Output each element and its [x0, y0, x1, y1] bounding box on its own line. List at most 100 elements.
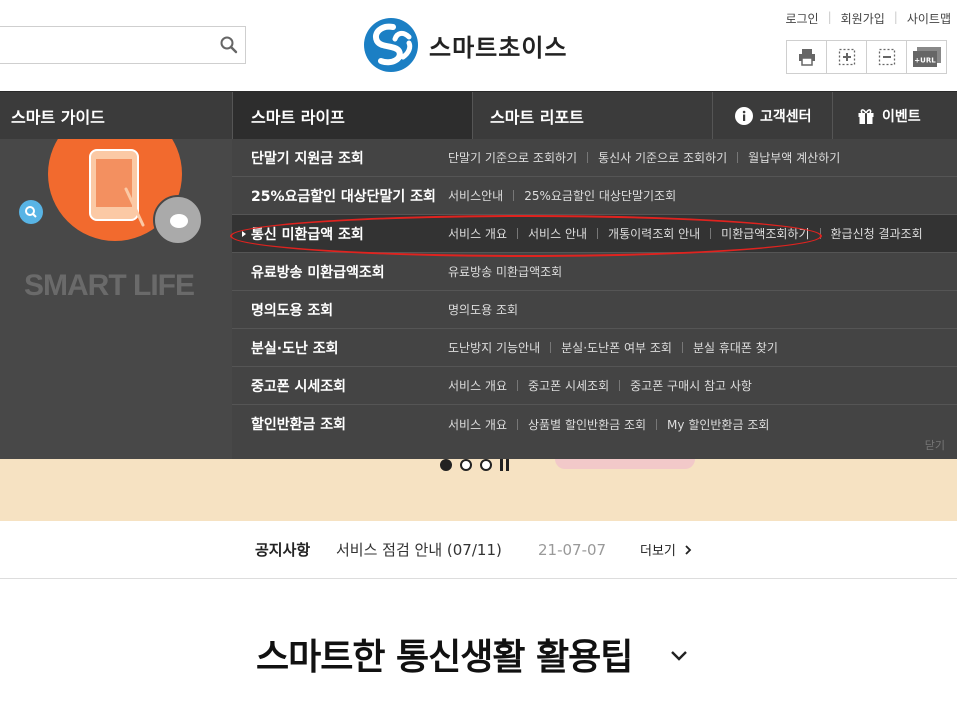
gift-icon — [857, 107, 875, 125]
utility-links: 로그인 | 회원가입 | 사이트맵 — [785, 10, 951, 27]
submenu-link[interactable]: 분실·도난폰 여부 조회 — [561, 339, 672, 356]
submenu-title-used-phone-price[interactable]: 중고폰 시세조회 — [251, 376, 346, 396]
nav-smart-report[interactable]: 스마트 리포트 — [473, 92, 711, 140]
submenu-row: 25%요금할인 대상단말기 조회 서비스안내 25%요금할인 대상단말기조회 — [232, 177, 957, 215]
nav-customer-center-label: 고객센터 — [760, 109, 812, 125]
submenu-title-paytv-unrefunded[interactable]: 유료방송 미환급액조회 — [251, 262, 385, 282]
sitemap-link[interactable]: 사이트맵 — [907, 10, 951, 27]
submenu-title-discount-devices[interactable]: 25%요금할인 대상단말기 조회 — [251, 186, 436, 206]
smart-life-illustration — [19, 139, 203, 245]
notice-title-link[interactable]: 서비스 점검 안내 (07/11) — [336, 539, 502, 560]
submenu-link[interactable]: 통신사 기준으로 조회하기 — [598, 149, 727, 166]
login-link[interactable]: 로그인 — [785, 10, 818, 27]
submenu-row: 단말기 지원금 조회 단말기 기준으로 조회하기 통신사 기준으로 조회하기 월… — [232, 139, 957, 177]
separator — [737, 152, 739, 163]
separator — [513, 190, 515, 201]
submenu-links: 명의도용 조회 — [448, 301, 518, 318]
submenu-row: 중고폰 시세조회 서비스 개요 중고폰 시세조회 중고폰 구매시 참고 사항 — [232, 367, 957, 405]
site-header: 스마트초이스 로그인 | 회원가입 | 사이트맵 +URL — [0, 0, 957, 91]
separator — [710, 228, 712, 239]
notice-more-label: 더보기 — [640, 544, 676, 559]
separator — [517, 228, 519, 239]
search-icon[interactable] — [219, 35, 239, 55]
nav-smart-life[interactable]: 스마트 라이프 — [233, 92, 472, 140]
chevron-down-icon[interactable] — [670, 647, 688, 666]
separator — [681, 342, 683, 353]
nav-event-label: 이벤트 — [882, 109, 921, 125]
submenu-link[interactable]: 서비스 개요 — [448, 416, 507, 433]
submenu-link[interactable]: 환급신청 결과조회 — [831, 225, 923, 242]
submenu-links: 도난방지 기능안내 분실·도난폰 여부 조회 분실 휴대폰 찾기 — [448, 339, 778, 356]
print-icon — [798, 49, 815, 66]
submenu-links: 유료방송 미환급액조회 — [448, 263, 562, 280]
search-box — [0, 26, 246, 64]
notice-more-link[interactable]: 더보기 — [640, 540, 694, 559]
print-button[interactable] — [786, 40, 827, 74]
submenu-links: 서비스 개요 서비스 안내 개통이력조회 안내 미환급액조회하기 환급신청 결과… — [448, 225, 923, 242]
submenu-title-lost-stolen[interactable]: 분실·도난 조회 — [251, 338, 338, 358]
zoom-in-button[interactable] — [826, 40, 867, 74]
submenu-link[interactable]: 상품별 할인반환금 조회 — [528, 416, 646, 433]
banner-dot-3[interactable] — [480, 459, 492, 471]
section-title: 스마트한 통신생활 활용팁 — [256, 637, 633, 678]
nav-customer-center[interactable]: 고객센터 — [713, 92, 831, 140]
submenu-link[interactable]: 개통이력조회 안내 — [608, 225, 700, 242]
site-logo[interactable]: 스마트초이스 — [363, 16, 567, 74]
separator — [517, 418, 519, 430]
search-input[interactable] — [0, 27, 209, 63]
submenu-row-highlighted: 통신 미환급액 조회 서비스 개요 서비스 안내 개통이력조회 안내 미환급액조… — [232, 215, 957, 253]
submenu-row: 유료방송 미환급액조회 유료방송 미환급액조회 — [232, 253, 957, 291]
submenu-link[interactable]: 단말기 기준으로 조회하기 — [448, 149, 577, 166]
submenu-links: 단말기 기준으로 조회하기 통신사 기준으로 조회하기 월납부액 계산하기 — [448, 149, 840, 166]
submenu-title-unrefunded[interactable]: 통신 미환급액 조회 — [251, 224, 364, 244]
submenu-link[interactable]: 서비스안내 — [448, 187, 503, 204]
separator — [587, 152, 589, 163]
submenu-link[interactable]: 서비스 안내 — [528, 225, 587, 242]
separator — [597, 228, 599, 239]
banner-dot-2[interactable] — [460, 459, 472, 471]
logo-mark-icon — [364, 18, 418, 72]
zoom-out-button[interactable] — [866, 40, 907, 74]
info-icon — [735, 107, 753, 125]
nav-event[interactable]: 이벤트 — [833, 92, 957, 140]
signup-link[interactable]: 회원가입 — [841, 10, 885, 27]
separator: | — [893, 10, 898, 24]
submenu-row: 분실·도난 조회 도난방지 기능안내 분실·도난폰 여부 조회 분실 휴대폰 찾… — [232, 329, 957, 367]
dropdown-close-button[interactable]: 닫기 — [925, 437, 945, 453]
arrow-right-icon — [242, 230, 246, 237]
submenu-links: 서비스 개요 중고폰 시세조회 중고폰 구매시 참고 사항 — [448, 377, 752, 394]
submenu-links: 서비스 개요 상품별 할인반환금 조회 My 할인반환금 조회 — [448, 416, 769, 433]
zoom-out-icon — [878, 48, 895, 66]
submenu-link[interactable]: 서비스 개요 — [448, 225, 507, 242]
smart-life-caption: SMART LIFE — [24, 269, 195, 302]
smart-life-submenu: 단말기 지원금 조회 단말기 기준으로 조회하기 통신사 기준으로 조회하기 월… — [232, 139, 957, 459]
submenu-row: 할인반환금 조회 서비스 개요 상품별 할인반환금 조회 My 할인반환금 조회 — [232, 405, 957, 443]
pause-icon[interactable] — [500, 459, 512, 471]
url-copy-button[interactable]: +URL — [906, 40, 947, 74]
nav-smart-report-label: 스마트 리포트 — [490, 108, 584, 127]
submenu-link[interactable]: 25%요금할인 대상단말기조회 — [524, 187, 676, 204]
submenu-link[interactable]: My 할인반환금 조회 — [667, 416, 769, 433]
submenu-link[interactable]: 명의도용 조회 — [448, 301, 518, 318]
submenu-link[interactable]: 미환급액조회하기 — [721, 225, 809, 242]
submenu-link[interactable]: 중고폰 시세조회 — [528, 377, 609, 394]
notice-date: 21-07-07 — [538, 540, 607, 559]
submenu-title-identity-theft[interactable]: 명의도용 조회 — [251, 300, 333, 320]
submenu-link[interactable]: 도난방지 기능안내 — [448, 339, 540, 356]
tool-buttons: +URL — [786, 40, 947, 74]
notice-label: 공지사항 — [255, 541, 311, 559]
submenu-link[interactable]: 서비스 개요 — [448, 377, 507, 394]
chevron-right-icon — [685, 544, 692, 555]
banner-dot-1[interactable] — [440, 459, 452, 471]
submenu-title-discount-refund[interactable]: 할인반환금 조회 — [251, 414, 346, 434]
submenu-link[interactable]: 월납부액 계산하기 — [748, 149, 840, 166]
banner-decoration — [555, 459, 695, 469]
dropdown-illustration: SMART LIFE — [0, 139, 232, 459]
nav-smart-guide[interactable]: 스마트 가이드 — [0, 92, 232, 140]
submenu-link[interactable]: 분실 휴대폰 찾기 — [693, 339, 778, 356]
submenu-link[interactable]: 유료방송 미환급액조회 — [448, 263, 562, 280]
submenu-row: 명의도용 조회 명의도용 조회 — [232, 291, 957, 329]
notice-bar: 공지사항 서비스 점검 안내 (07/11) 21-07-07 더보기 — [0, 521, 957, 579]
submenu-link[interactable]: 중고폰 구매시 참고 사항 — [630, 377, 752, 394]
submenu-title-device-subsidy[interactable]: 단말기 지원금 조회 — [251, 148, 364, 168]
